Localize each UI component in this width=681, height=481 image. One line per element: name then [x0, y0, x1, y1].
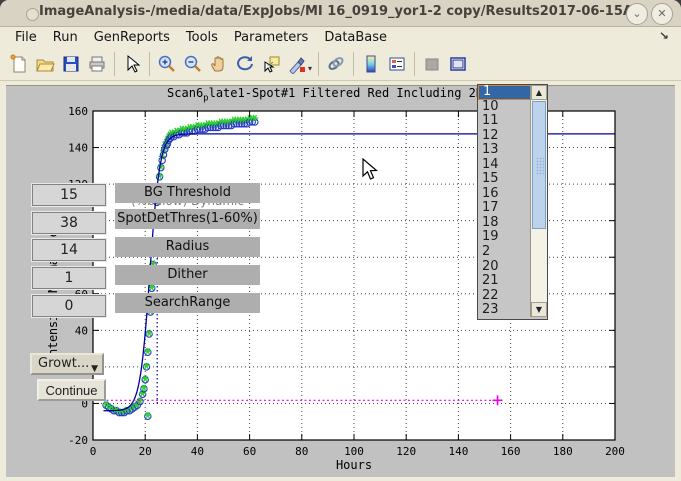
- rotate-3d-icon[interactable]: [233, 52, 257, 76]
- listbox-item-13[interactable]: 13: [478, 143, 530, 158]
- listbox-item-1[interactable]: 1: [478, 85, 532, 100]
- listbox-item-10[interactable]: 10: [478, 100, 530, 115]
- y-tick-label: 140: [68, 142, 88, 155]
- brush-dropdown-icon[interactable]: ▾: [308, 64, 312, 73]
- listbox-item-14[interactable]: 14: [478, 158, 530, 173]
- thumb-grip: [536, 157, 544, 175]
- y-tick-label: 160: [68, 105, 88, 118]
- menu-bar: FileRunGenReportsToolsParametersDataBase…: [0, 27, 681, 48]
- search-range-field[interactable]: [32, 295, 106, 317]
- x-tick-label: 40: [191, 445, 204, 458]
- x-tick-label: 0: [90, 445, 97, 458]
- listbox-item-16[interactable]: 16: [478, 187, 530, 202]
- menu-parameters[interactable]: Parameters: [226, 28, 316, 47]
- x-tick-label: 140: [448, 445, 468, 458]
- listbox-item-19[interactable]: 19: [478, 230, 530, 245]
- menu-overflow-icon[interactable]: ↘: [659, 30, 669, 43]
- shade-button[interactable]: ⌄: [626, 3, 648, 25]
- spot-number-listbox[interactable]: 110111213141516171819220212223 ▲ ▼: [477, 84, 548, 320]
- zoom-out-icon[interactable]: [181, 52, 205, 76]
- dock-figure-icon[interactable]: [446, 52, 470, 76]
- x-tick-label: 80: [295, 445, 308, 458]
- menu-file[interactable]: File: [7, 28, 45, 47]
- x-tick-label: 120: [396, 445, 416, 458]
- x-tick-label: 180: [553, 445, 573, 458]
- listbox-item-2[interactable]: 2: [478, 245, 530, 260]
- toolbar: ▾: [0, 48, 681, 81]
- dither-label: Dither: [115, 265, 260, 285]
- mouse-cursor: [362, 158, 378, 181]
- close-button[interactable]: ✕: [651, 3, 673, 25]
- listbox-item-23[interactable]: 23: [478, 303, 530, 318]
- toolbar-separator: [353, 52, 354, 76]
- insert-legend-icon[interactable]: [385, 52, 409, 76]
- pan-hand-icon[interactable]: [207, 52, 231, 76]
- dither-field[interactable]: [32, 267, 106, 289]
- listbox-item-20[interactable]: 20: [478, 260, 530, 275]
- toolbar-separator: [414, 52, 415, 76]
- pointer-icon[interactable]: [120, 52, 144, 76]
- x-axis-label: Hours: [336, 458, 372, 472]
- print-icon[interactable]: [85, 52, 109, 76]
- figure-area: 020406080100120140160180200-200204060801…: [6, 85, 675, 477]
- scroll-up-icon[interactable]: ▲: [531, 85, 547, 100]
- x-tick-label: 60: [243, 445, 256, 458]
- open-folder-icon[interactable]: [33, 52, 57, 76]
- data-cursor-icon[interactable]: [259, 52, 283, 76]
- listbox-item-17[interactable]: 17: [478, 201, 530, 216]
- menu-genreports[interactable]: GenReports: [86, 28, 178, 47]
- new-file-icon[interactable]: [7, 52, 31, 76]
- insert-colorbar-icon[interactable]: [359, 52, 383, 76]
- search-range-label: SearchRange: [115, 293, 260, 313]
- listbox-item-11[interactable]: 11: [478, 114, 530, 129]
- growth-dropdown[interactable]: Growt...▼: [30, 353, 104, 375]
- x-tick-label: 200: [605, 445, 625, 458]
- spot-det-thres-label: SpotDetThres(1-60%): [115, 209, 260, 229]
- window-title: ImageAnalysis-/media/data/ExpJobs/MI 16_…: [0, 4, 681, 19]
- bg-threshold-field[interactable]: [32, 184, 106, 206]
- x-tick-label: 160: [501, 445, 521, 458]
- continue-button[interactable]: Continue: [37, 379, 106, 401]
- radius-label: Radius: [115, 237, 260, 257]
- radius-field[interactable]: [32, 239, 106, 261]
- bg-threshold-label: BG Threshold: [115, 183, 260, 203]
- toolbar-separator: [114, 52, 115, 76]
- spot-det-thres-field[interactable]: [32, 212, 106, 234]
- x-tick-label: 100: [344, 445, 364, 458]
- toolbar-separator: [149, 52, 150, 76]
- hide-plot-tools-icon[interactable]: [420, 52, 444, 76]
- listbox-item-18[interactable]: 18: [478, 216, 530, 231]
- listbox-item-22[interactable]: 22: [478, 289, 530, 304]
- plot-canvas[interactable]: 020406080100120140160180200-200204060801…: [6, 86, 675, 477]
- listbox-item-15[interactable]: 15: [478, 172, 530, 187]
- artifact-text: (%below) Dynamic: [115, 202, 260, 209]
- menu-items: FileRunGenReportsToolsParametersDataBase: [0, 27, 681, 48]
- app-window: ImageAnalysis-/media/data/ExpJobs/MI 16_…: [0, 0, 681, 481]
- menu-run[interactable]: Run: [45, 28, 86, 47]
- x-tick-label: 20: [139, 445, 152, 458]
- listbox-item-12[interactable]: 12: [478, 129, 530, 144]
- menu-database[interactable]: DataBase: [316, 28, 395, 47]
- y-tick-label: -20: [68, 434, 88, 447]
- save-icon[interactable]: [59, 52, 83, 76]
- title-bar[interactable]: ImageAnalysis-/media/data/ExpJobs/MI 16_…: [0, 0, 681, 27]
- zoom-in-icon[interactable]: [155, 52, 179, 76]
- desktop: ImageAnalysis-/media/data/ExpJobs/MI 16_…: [0, 0, 681, 481]
- scrollbar-thumb[interactable]: [532, 101, 546, 229]
- y-tick-label: 40: [75, 324, 88, 337]
- listbox-scrollbar[interactable]: ▲ ▼: [530, 85, 547, 317]
- link-plots-icon[interactable]: [324, 52, 348, 76]
- listbox-item-21[interactable]: 21: [478, 274, 530, 289]
- chevron-down-icon: ▼: [91, 360, 98, 378]
- brush-icon[interactable]: [285, 52, 309, 76]
- scroll-down-icon[interactable]: ▼: [531, 302, 547, 317]
- toolbar-separator: [318, 52, 319, 76]
- menu-tools[interactable]: Tools: [178, 28, 226, 47]
